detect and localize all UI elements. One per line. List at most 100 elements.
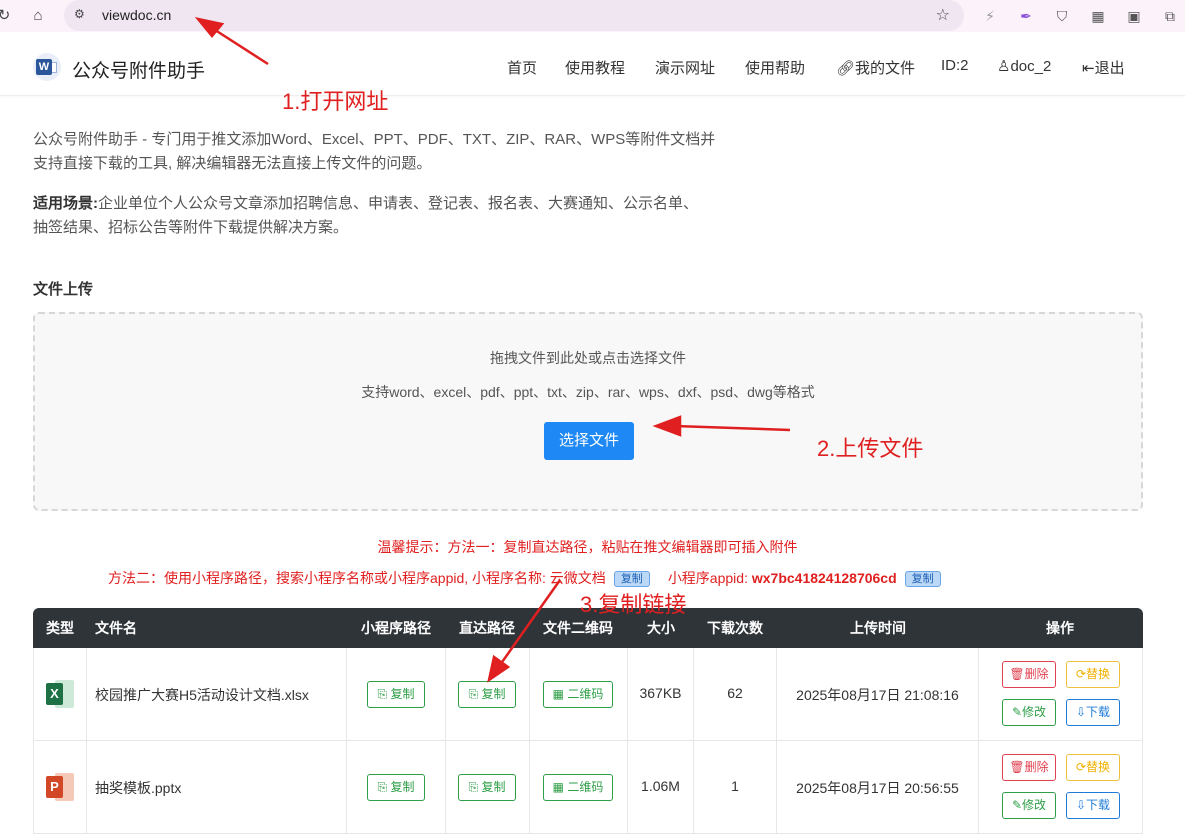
nav-tutorial[interactable]: 使用教程: [565, 57, 625, 78]
site-info-icon[interactable]: ⚙: [74, 7, 92, 23]
th-type: 类型: [46, 620, 74, 636]
site-brand[interactable]: 公众号附件助手: [72, 56, 205, 83]
actions-cell: 🗑︎删除 ⟳替换 ✎修改 ⇩下载: [979, 741, 1142, 834]
logo-icon[interactable]: W: [33, 53, 61, 81]
th-direct-path: 直达路径: [459, 620, 515, 636]
th-mini-path: 小程序路径: [361, 620, 431, 636]
download-button[interactable]: ⇩下载: [1066, 792, 1120, 819]
user-icon: ♙: [997, 58, 1011, 75]
browser-toolbar: ↻ ⌂ ⚙ viewdoc.cn ☆ ⚡ ✒ ⛉ ▦ ▣ ⧉: [0, 0, 1185, 32]
qrcode-cell: ▦ 二维码: [530, 648, 628, 741]
download-button[interactable]: ⇩下载: [1066, 699, 1120, 726]
copy-mini-path-button[interactable]: ⎘ 复制: [367, 681, 425, 708]
copy-appid-button[interactable]: 复制: [904, 571, 941, 588]
download-count: 1: [731, 778, 739, 794]
nav-home[interactable]: 首页: [507, 57, 537, 78]
refresh-icon: ⟳: [1075, 760, 1087, 774]
delete-button[interactable]: 🗑︎删除: [1002, 754, 1056, 781]
site-header: W 公众号附件助手 首页 使用教程 演示网址 使用帮助 🔗︎我的文件 ID:2 …: [0, 34, 1185, 96]
clipboard-icon: ⎘: [377, 687, 391, 701]
direct-path-cell: ⎘ 复制: [446, 741, 530, 834]
trash-icon: 🗑︎: [1009, 667, 1025, 681]
choose-file-button[interactable]: 选择文件: [544, 422, 634, 460]
annotation-step3: 3.复制链接: [580, 592, 687, 617]
th-downloads: 下载次数: [707, 620, 763, 636]
logout-icon: ⇤: [1082, 60, 1095, 77]
clipboard-icon: ⎘: [468, 687, 482, 701]
copy-direct-path-button[interactable]: ⎘ 复制: [458, 774, 516, 801]
feather-extension-icon[interactable]: ✒: [1016, 6, 1036, 26]
download-icon: ⇩: [1075, 705, 1087, 719]
table-row: P 抽奖模板.pptx ⎘ 复制 ⎘ 复制 ▦ 二维码 1.06M 1 2025…: [33, 741, 1143, 834]
replace-button[interactable]: ⟳替换: [1066, 754, 1120, 781]
annotation-step2: 2.上传文件: [817, 436, 924, 461]
table-row: X 校园推广大赛H5活动设计文档.xlsx ⎘ 复制 ⎘ 复制 ▦ 二维码 36…: [33, 648, 1143, 741]
lightning-extension-icon[interactable]: ⚡: [980, 6, 1000, 26]
qrcode-button[interactable]: ▦ 二维码: [543, 774, 613, 801]
edit-icon: ✎: [1011, 705, 1023, 719]
mini-path-cell: ⎘ 复制: [347, 741, 446, 834]
bookmark-star-icon[interactable]: ☆: [936, 5, 950, 25]
file-dropzone[interactable]: 拖拽文件到此处或点击选择文件 支持word、excel、pdf、ppt、txt、…: [33, 312, 1143, 511]
file-size: 1.06M: [641, 778, 680, 794]
intro-scenarios: 适用场景:企业单位个人公众号文章添加招聘信息、申请表、登记表、报名表、大赛通知、…: [33, 195, 699, 236]
copy-mini-name-button[interactable]: 复制: [613, 571, 650, 588]
reload-icon[interactable]: ↻: [0, 6, 14, 26]
replace-button[interactable]: ⟳替换: [1066, 661, 1120, 688]
downloads-cell: 1: [694, 741, 777, 834]
url-text[interactable]: viewdoc.cn: [102, 7, 171, 23]
qrcode-button[interactable]: ▦ 二维码: [543, 681, 613, 708]
tip-method-two: 方法二：使用小程序路径，搜索小程序名称或小程序appid, 小程序名称: 云微文…: [108, 568, 949, 588]
appid-value: wx7bc41824128706cd: [751, 570, 897, 586]
puzzle-extension-icon[interactable]: ⧉: [1160, 6, 1180, 26]
edit-button[interactable]: ✎修改: [1002, 792, 1056, 819]
filename: 抽奖模板.pptx: [95, 780, 182, 796]
copy-direct-path-button[interactable]: ⎘ 复制: [458, 681, 516, 708]
upload-time: 2025年08月17日 20:56:55: [796, 780, 959, 796]
dropzone-title: 拖拽文件到此处或点击选择文件: [490, 350, 686, 366]
tip-method-one: 温馨提示：方法一：复制直达路径，粘贴在推文编辑器即可插入附件: [377, 539, 798, 555]
th-filename: 文件名: [95, 620, 137, 636]
qrcode-cell: ▦ 二维码: [530, 741, 628, 834]
upload-time: 2025年08月17日 21:08:16: [796, 687, 959, 703]
nav-demo[interactable]: 演示网址: [655, 57, 715, 78]
trash-icon: 🗑︎: [1009, 760, 1025, 774]
edit-icon: ✎: [1011, 798, 1023, 812]
nav-my-files[interactable]: 🔗︎我的文件: [836, 57, 915, 78]
download-count: 62: [727, 685, 743, 701]
th-upload-time: 上传时间: [850, 620, 906, 636]
refresh-icon: ⟳: [1075, 667, 1087, 681]
delete-button[interactable]: 🗑︎删除: [1002, 661, 1056, 688]
clipboard-icon: ⎘: [377, 780, 391, 794]
tab-extension-icon[interactable]: ▣: [1124, 6, 1144, 26]
home-icon[interactable]: ⌂: [28, 6, 48, 26]
upload-time-cell: 2025年08月17日 20:56:55: [777, 741, 979, 834]
th-actions: 操作: [1046, 620, 1074, 636]
direct-path-cell: ⎘ 复制: [446, 648, 530, 741]
clipboard-icon: ⎘: [468, 780, 482, 794]
copy-mini-path-button[interactable]: ⎘ 复制: [367, 774, 425, 801]
edit-button[interactable]: ✎修改: [1002, 699, 1056, 726]
filename-cell: 抽奖模板.pptx: [87, 741, 347, 834]
mini-path-cell: ⎘ 复制: [347, 648, 446, 741]
qrcode-icon: ▦: [552, 687, 568, 701]
upload-time-cell: 2025年08月17日 21:08:16: [777, 648, 979, 741]
nav-help[interactable]: 使用帮助: [745, 57, 805, 78]
dropzone-formats: 支持word、excel、pdf、ppt、txt、zip、rar、wps、dxf…: [361, 384, 815, 400]
annotation-step1: 1.打开网址: [282, 89, 389, 114]
qr-extension-icon[interactable]: ▦: [1088, 6, 1108, 26]
downloads-cell: 62: [694, 648, 777, 741]
type-cell: P: [34, 741, 87, 834]
intro-description: 公众号附件助手 - 专门用于推文添加Word、Excel、PPT、PDF、TXT…: [33, 131, 716, 172]
nav-logout[interactable]: ⇤退出: [1082, 57, 1125, 78]
powerpoint-icon: P: [46, 773, 76, 801]
upload-section-title: 文件上传: [33, 281, 94, 298]
filename: 校园推广大赛H5活动设计文档.xlsx: [95, 687, 309, 703]
excel-icon: X: [46, 680, 76, 708]
nav-user[interactable]: ♙doc_2: [997, 57, 1051, 75]
size-cell: 1.06M: [628, 741, 694, 834]
shield-extension-icon[interactable]: ⛉: [1052, 6, 1072, 26]
file-size: 367KB: [639, 685, 682, 701]
download-icon: ⇩: [1075, 798, 1087, 812]
address-bar[interactable]: ⚙ viewdoc.cn ☆: [64, 0, 964, 31]
